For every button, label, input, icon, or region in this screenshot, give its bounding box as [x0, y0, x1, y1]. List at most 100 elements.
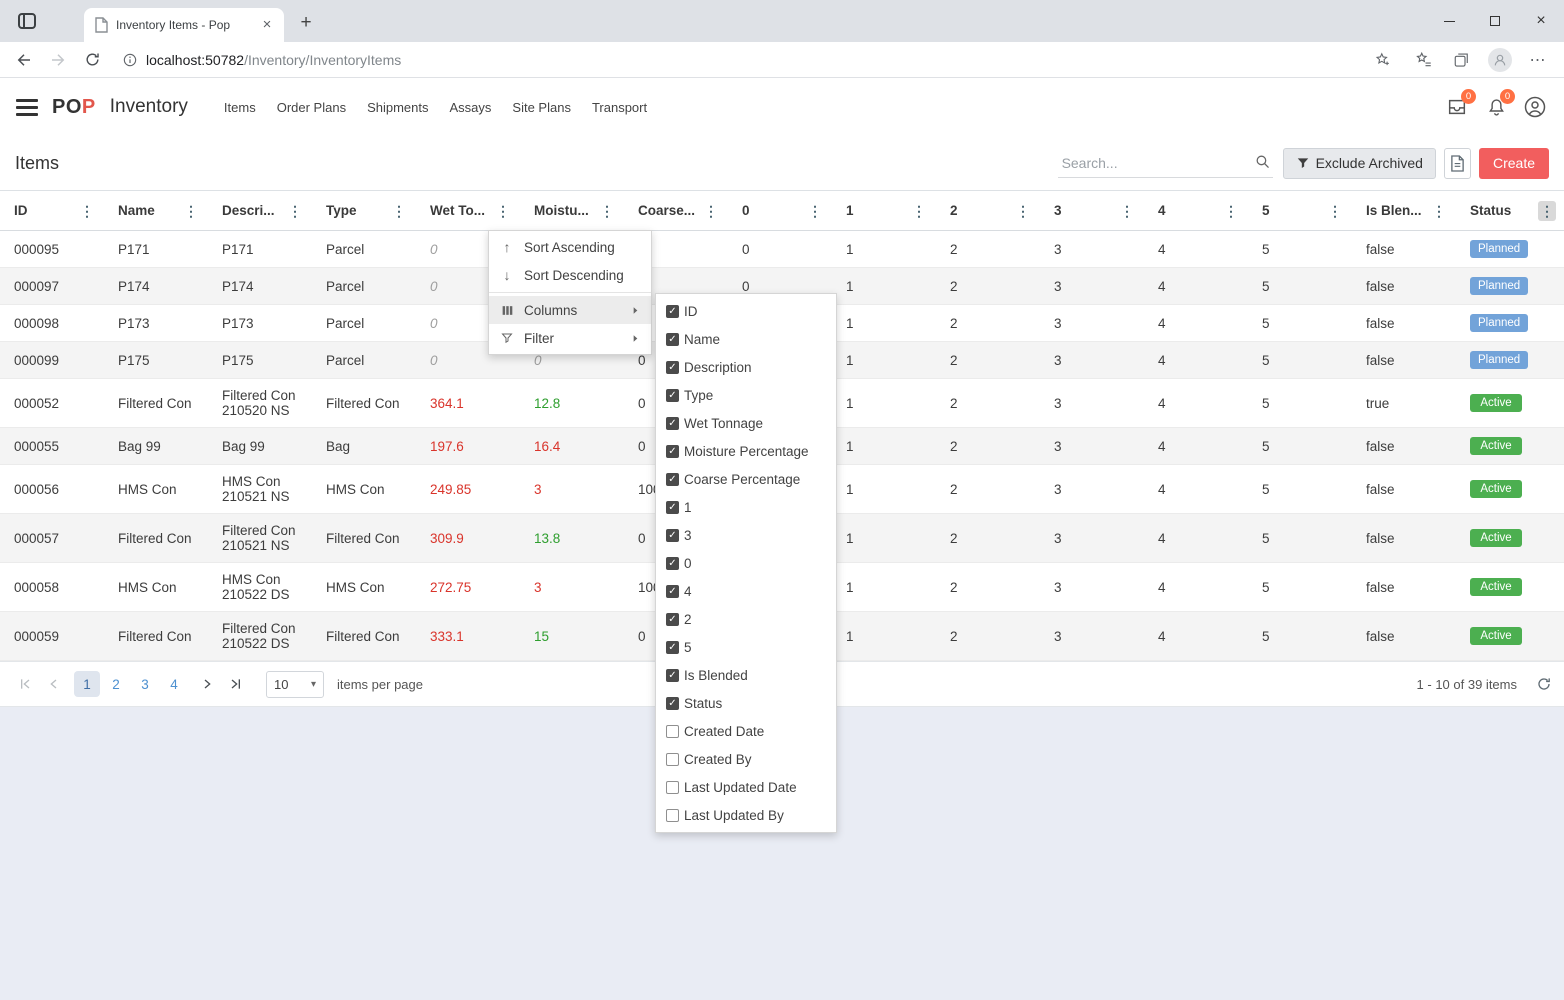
columns-submenu-item[interactable]: ✓Coarse Percentage [656, 465, 836, 493]
back-button[interactable] [10, 46, 38, 74]
column-header-moistu[interactable]: Moistu...⋮ [520, 191, 624, 231]
column-menu-icon[interactable]: ⋮ [806, 201, 824, 221]
column-menu-icon[interactable]: ⋮ [910, 201, 928, 221]
columns-submenu-item[interactable]: Created By [656, 745, 836, 773]
column-header-4[interactable]: 4⋮ [1144, 191, 1248, 231]
columns-submenu-item[interactable]: ✓Wet Tonnage [656, 409, 836, 437]
favorites-icon[interactable] [1412, 48, 1436, 72]
columns-submenu-item[interactable]: ✓Moisture Percentage [656, 437, 836, 465]
checkbox[interactable]: ✓ [666, 557, 679, 570]
browser-tab[interactable]: Inventory Items - Pop × [84, 8, 284, 42]
columns-submenu-item[interactable]: Last Updated By [656, 801, 836, 829]
column-header-id[interactable]: ID⋮ [0, 191, 104, 231]
app-logo[interactable]: POP [52, 96, 96, 119]
forward-button[interactable] [44, 46, 72, 74]
columns-submenu-item[interactable]: ✓1 [656, 493, 836, 521]
exclude-archived-button[interactable]: Exclude Archived [1283, 148, 1436, 179]
export-button[interactable] [1444, 148, 1471, 179]
site-info-icon[interactable] [122, 52, 138, 68]
columns-submenu-item[interactable]: ✓Name [656, 325, 836, 353]
columns-submenu-item[interactable]: ✓5 [656, 633, 836, 661]
column-menu-icon[interactable]: ⋮ [1118, 201, 1136, 221]
columns-submenu-item[interactable]: ✓ID [656, 297, 836, 325]
columns-submenu-item[interactable]: ✓4 [656, 577, 836, 605]
checkbox[interactable]: ✓ [666, 473, 679, 486]
columns-submenu-item[interactable]: ✓Is Blended [656, 661, 836, 689]
checkbox[interactable] [666, 753, 679, 766]
inbox-icon[interactable]: 0 [1444, 94, 1470, 120]
checkbox[interactable]: ✓ [666, 305, 679, 318]
column-header-status[interactable]: Status⋮ [1456, 191, 1564, 231]
checkbox[interactable]: ✓ [666, 501, 679, 514]
column-menu-icon[interactable]: ⋮ [494, 201, 512, 221]
columns-submenu-item[interactable]: ✓2 [656, 605, 836, 633]
column-header-5[interactable]: 5⋮ [1248, 191, 1352, 231]
search-input[interactable] [1058, 149, 1273, 178]
first-page-button[interactable] [12, 671, 38, 697]
column-header-coarse[interactable]: Coarse...⋮ [624, 191, 728, 231]
columns-submenu-item[interactable]: ✓3 [656, 521, 836, 549]
next-page-button[interactable] [194, 671, 220, 697]
maximize-button[interactable] [1472, 0, 1518, 42]
column-menu-icon[interactable]: ⋮ [702, 201, 720, 221]
filter-menu-item[interactable]: Filter [489, 324, 651, 352]
prev-page-button[interactable] [41, 671, 67, 697]
refresh-button[interactable] [78, 46, 106, 74]
column-menu-icon[interactable]: ⋮ [1014, 201, 1032, 221]
checkbox[interactable]: ✓ [666, 669, 679, 682]
column-menu-icon[interactable]: ⋮ [1326, 201, 1344, 221]
column-header-3[interactable]: 3⋮ [1040, 191, 1144, 231]
last-page-button[interactable] [223, 671, 249, 697]
tab-close-icon[interactable]: × [258, 16, 276, 34]
column-header-0[interactable]: 0⋮ [728, 191, 832, 231]
minimize-button[interactable] [1426, 0, 1472, 42]
column-menu-icon[interactable]: ⋮ [1222, 201, 1240, 221]
nav-item-order-plans[interactable]: Order Plans [275, 94, 348, 121]
column-menu-icon[interactable]: ⋮ [1538, 201, 1556, 221]
create-button[interactable]: Create [1479, 148, 1549, 179]
sort-descending-item[interactable]: ↓ Sort Descending [489, 261, 651, 289]
checkbox[interactable]: ✓ [666, 417, 679, 430]
column-menu-icon[interactable]: ⋮ [390, 201, 408, 221]
checkbox[interactable]: ✓ [666, 613, 679, 626]
page-size-dropdown[interactable]: 10 ▾ [266, 671, 324, 698]
columns-submenu-item[interactable]: ✓Description [656, 353, 836, 381]
nav-item-assays[interactable]: Assays [448, 94, 494, 121]
table-row[interactable]: 000095P171P171Parcel000012345falsePlanne… [0, 231, 1564, 268]
columns-submenu-item[interactable]: ✓Status [656, 689, 836, 717]
pager-page-2[interactable]: 2 [103, 671, 129, 697]
nav-item-site-plans[interactable]: Site Plans [510, 94, 573, 121]
columns-submenu-item[interactable]: Last Updated Date [656, 773, 836, 801]
account-icon[interactable] [1522, 94, 1548, 120]
column-header-1[interactable]: 1⋮ [832, 191, 936, 231]
checkbox[interactable]: ✓ [666, 389, 679, 402]
column-header-descri[interactable]: Descri...⋮ [208, 191, 312, 231]
checkbox[interactable]: ✓ [666, 641, 679, 654]
columns-submenu-item[interactable]: ✓0 [656, 549, 836, 577]
checkbox[interactable]: ✓ [666, 529, 679, 542]
column-menu-icon[interactable]: ⋮ [1430, 201, 1448, 221]
notifications-bell-icon[interactable]: 0 [1483, 94, 1509, 120]
column-menu-icon[interactable]: ⋮ [182, 201, 200, 221]
column-header-wet-to[interactable]: Wet To...⋮ [416, 191, 520, 231]
tab-actions-icon[interactable] [14, 8, 40, 34]
column-menu-icon[interactable]: ⋮ [78, 201, 96, 221]
checkbox[interactable] [666, 809, 679, 822]
nav-item-transport[interactable]: Transport [590, 94, 649, 121]
columns-submenu-item[interactable]: ✓Type [656, 381, 836, 409]
pager-page-3[interactable]: 3 [132, 671, 158, 697]
collections-icon[interactable] [1450, 48, 1474, 72]
checkbox[interactable]: ✓ [666, 697, 679, 710]
search-icon[interactable] [1254, 153, 1271, 170]
checkbox[interactable] [666, 781, 679, 794]
close-button[interactable]: × [1518, 0, 1564, 42]
columns-submenu-item[interactable]: Created Date [656, 717, 836, 745]
column-menu-icon[interactable]: ⋮ [598, 201, 616, 221]
checkbox[interactable]: ✓ [666, 585, 679, 598]
profile-avatar[interactable] [1488, 48, 1512, 72]
column-menu-icon[interactable]: ⋮ [286, 201, 304, 221]
browser-menu-icon[interactable]: ⋯ [1526, 48, 1550, 72]
new-tab-button[interactable]: + [292, 9, 320, 37]
url-field[interactable]: localhost:50782/Inventory/InventoryItems [112, 46, 1404, 74]
nav-item-items[interactable]: Items [222, 94, 258, 121]
